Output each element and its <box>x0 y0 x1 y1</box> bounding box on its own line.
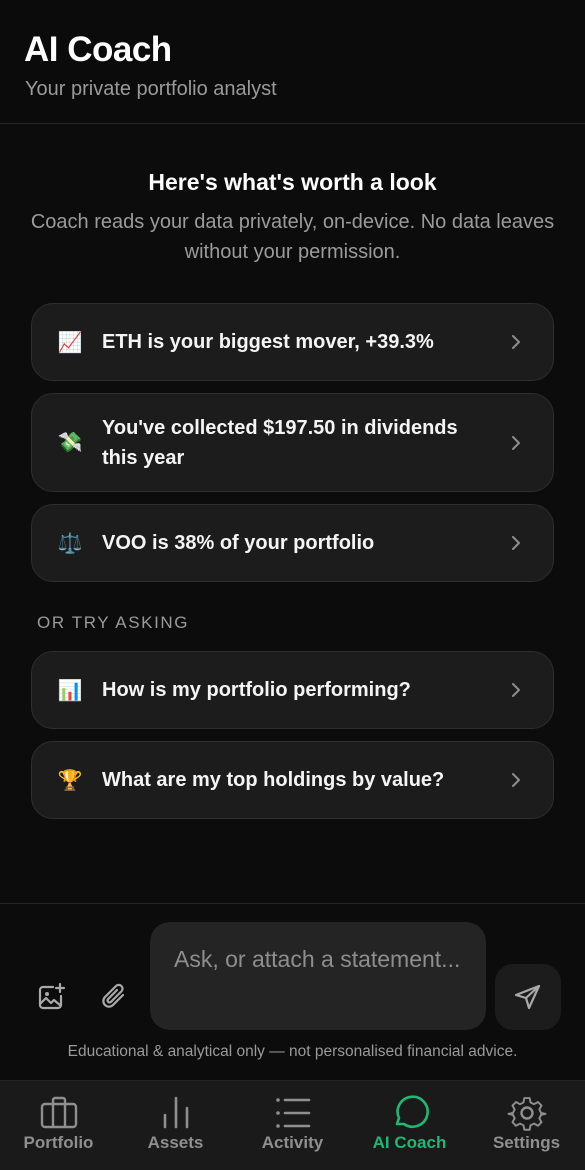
chevron-right-icon <box>512 435 520 450</box>
intro-text: Coach reads your data privately, on-devi… <box>30 211 555 263</box>
suggestion-card-performance[interactable]: 📊 How is my portfolio performing? <box>31 651 554 729</box>
disclaimer-text: Educational & analytical only — not pers… <box>67 1043 518 1060</box>
trophy-icon: 🏆 <box>57 769 83 792</box>
chart-increasing-icon: 📈 <box>57 331 83 354</box>
balance-scale-icon: ⚖️ <box>57 532 83 555</box>
attach-image-button[interactable] <box>33 979 69 1015</box>
chat-input[interactable] <box>150 922 486 1030</box>
page-title: AI Coach <box>24 30 172 69</box>
send-icon <box>514 984 541 1010</box>
gear-icon <box>507 1097 546 1131</box>
intro-title: Here's what's worth a look <box>148 169 437 195</box>
insight-label: You've collected $197.50 in dividends th… <box>102 416 458 469</box>
tab-portfolio[interactable]: Portfolio <box>0 1081 117 1170</box>
tab-label: Settings <box>492 1133 561 1152</box>
bottom-tab-bar: Portfolio Assets Activity AI Coach Setti… <box>0 1080 585 1170</box>
tab-label: Assets <box>147 1133 204 1152</box>
list-icon <box>275 1098 310 1128</box>
tab-label: AI Coach <box>372 1133 447 1152</box>
chevron-right-icon <box>512 536 520 550</box>
insight-label: VOO is 38% of your portfolio <box>102 532 375 554</box>
suggestion-label: How is my portfolio performing? <box>102 679 411 701</box>
page-subtitle: Your private portfolio analyst <box>25 78 277 100</box>
tab-settings[interactable]: Settings <box>468 1081 585 1170</box>
tab-label: Activity <box>261 1133 324 1152</box>
attach-file-button[interactable] <box>96 979 132 1015</box>
money-with-wings-icon: 💸 <box>57 432 83 454</box>
suggestions-heading: OR TRY ASKING <box>37 613 190 632</box>
tab-label: Portfolio <box>23 1133 94 1152</box>
app-header: AI Coach Your private portfolio analyst <box>0 0 585 124</box>
insight-card-voo-concentration[interactable]: ⚖️ VOO is 38% of your portfolio <box>31 504 554 582</box>
suggestion-label: What are my top holdings by value? <box>102 769 445 791</box>
tab-activity[interactable]: Activity <box>234 1081 351 1170</box>
insight-card-dividends[interactable]: 💸 You've collected $197.50 in dividends … <box>31 393 554 492</box>
send-button[interactable] <box>495 964 561 1030</box>
chevron-right-icon <box>512 773 520 787</box>
briefcase-icon <box>40 1096 77 1129</box>
bar-chart-icon: 📊 <box>57 679 83 702</box>
suggestion-card-top-holdings[interactable]: 🏆 What are my top holdings by value? <box>31 741 554 819</box>
chevron-right-icon <box>512 683 520 697</box>
insight-label: ETH is your biggest mover, +39.3% <box>102 331 434 353</box>
bar-chart-icon <box>163 1096 188 1129</box>
paperclip-icon <box>102 983 125 1008</box>
tab-assets[interactable]: Assets <box>117 1081 234 1170</box>
insight-card-eth-mover[interactable]: 📈 ETH is your biggest mover, +39.3% <box>31 303 554 381</box>
chevron-right-icon <box>512 335 520 349</box>
tab-ai-coach[interactable]: AI Coach <box>351 1081 468 1170</box>
chat-bubble-icon <box>395 1095 429 1129</box>
image-add-icon <box>38 982 66 1010</box>
composer-divider <box>0 903 585 904</box>
